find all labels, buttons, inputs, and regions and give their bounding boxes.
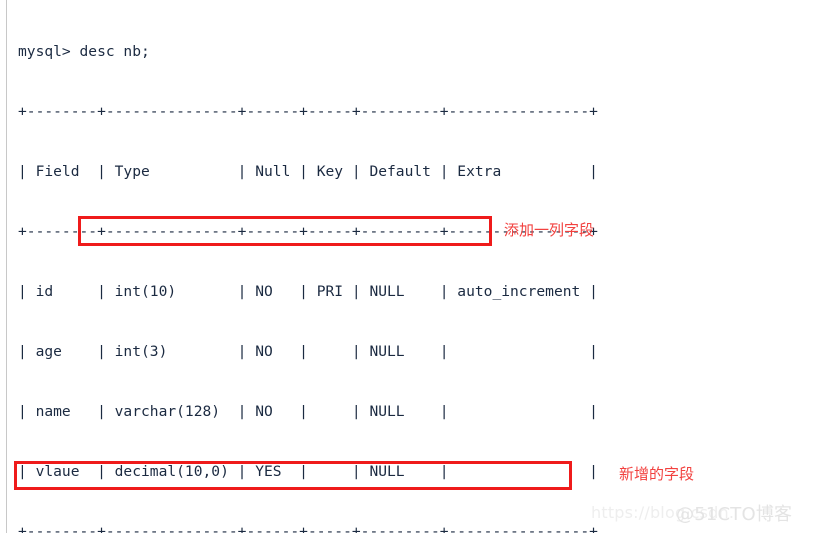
terminal-line: | age | int(3) | NO | | NULL | | <box>18 343 598 360</box>
terminal-line: +--------+---------------+------+-----+-… <box>18 103 598 120</box>
terminal-line: mysql> desc nb; <box>18 43 150 60</box>
annotation-new-field: 新增的字段 <box>619 465 695 483</box>
terminal-line: | Field | Type | Null | Key | Default | … <box>18 163 598 180</box>
terminal-screenshot: mysql> desc nb; +--------+--------------… <box>0 0 821 533</box>
terminal-line: +--------+---------------+------+-----+-… <box>18 223 598 240</box>
annotation-add-column: 添加一列字段 <box>504 221 595 239</box>
terminal-line: +--------+---------------+------+-----+-… <box>18 523 598 533</box>
left-border-rail <box>0 0 7 533</box>
terminal-line: | id | int(10) | NO | PRI | NULL | auto_… <box>18 283 598 300</box>
terminal-line: | name | varchar(128) | NO | | NULL | | <box>18 403 598 420</box>
terminal-output: mysql> desc nb; +--------+--------------… <box>18 2 808 533</box>
